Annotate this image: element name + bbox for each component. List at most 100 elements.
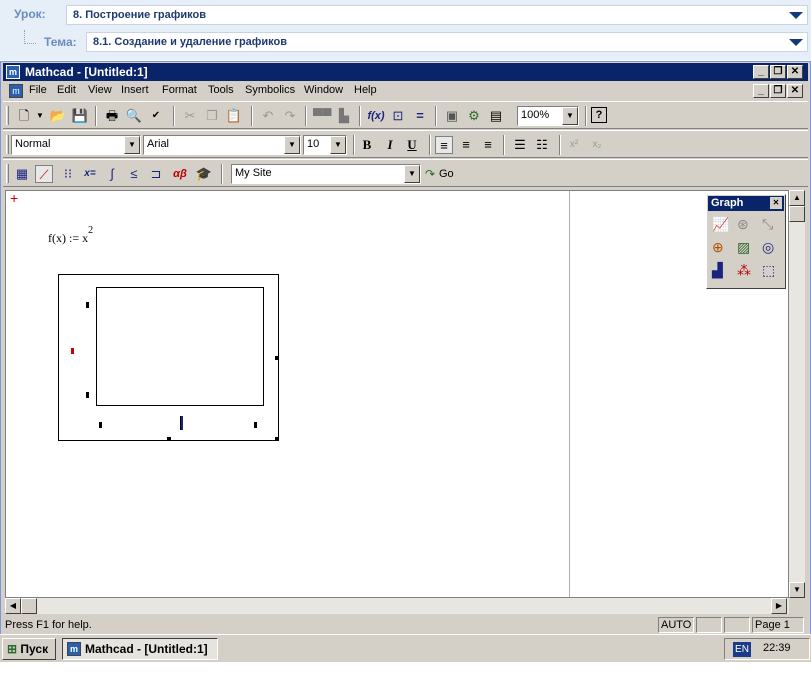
copy-icon[interactable]: ❐ <box>203 107 221 125</box>
scroll-down-button[interactable]: ▼ <box>789 582 805 598</box>
resize-handle-right[interactable] <box>275 356 279 360</box>
help-icon[interactable]: ? <box>591 107 607 123</box>
chevron-down-icon[interactable]: ▼ <box>562 107 578 125</box>
calculator-toolbar-icon[interactable]: ▦ <box>13 165 31 183</box>
plot-area[interactable] <box>96 287 264 406</box>
zoom-select[interactable]: 100% ▼ <box>517 106 579 126</box>
chevron-down-icon[interactable]: ▼ <box>31 107 49 125</box>
subscript-button[interactable]: x₂ <box>588 136 606 154</box>
lesson-select[interactable]: 8. Построение графиков <box>66 5 808 25</box>
go-button[interactable]: Go <box>439 168 454 180</box>
zoom-icon[interactable]: ⤡ <box>762 216 773 233</box>
chevron-down-icon[interactable]: ▼ <box>284 136 300 154</box>
x-min-placeholder[interactable] <box>99 422 102 428</box>
cut-icon[interactable]: ✂ <box>181 107 199 125</box>
resize-handle-bottom[interactable] <box>167 437 171 441</box>
numbered-list-icon[interactable]: ☷ <box>533 136 551 154</box>
contour-plot-icon[interactable]: ▨ <box>737 239 750 256</box>
bold-button[interactable]: B <box>358 136 376 154</box>
menu-edit[interactable]: Edit <box>57 84 76 96</box>
doc-minimize-button[interactable]: _ <box>753 84 769 98</box>
maximize-button[interactable]: ❐ <box>770 65 786 79</box>
function-definition[interactable]: f(x) := x2 <box>48 225 93 246</box>
polar-plot-icon[interactable]: ⊛ <box>737 216 749 233</box>
undo-icon[interactable]: ↶ <box>259 107 277 125</box>
redo-icon[interactable]: ↷ <box>281 107 299 125</box>
menu-help[interactable]: Help <box>354 84 377 96</box>
scroll-thumb-horizontal[interactable] <box>21 598 37 614</box>
worksheet[interactable]: + f(x) := x2 Graph ✕ 📈 ⊛ ⤡ ⊕ ▨ ◎ ▟ ⁂ ⬚ <box>5 190 789 598</box>
menu-window[interactable]: Window <box>304 84 343 96</box>
chevron-down-icon[interactable]: ▼ <box>124 136 140 154</box>
toolbar-grip[interactable] <box>6 164 9 183</box>
scroll-left-button[interactable]: ◀ <box>5 598 21 614</box>
menu-file[interactable]: File <box>29 84 47 96</box>
bullet-list-icon[interactable]: ☰ <box>511 136 529 154</box>
align-down-icon[interactable]: ▙ <box>335 107 353 125</box>
matrix-toolbar-icon[interactable]: ⁝⁝ <box>59 165 77 183</box>
scroll-right-button[interactable]: ▶ <box>771 598 787 614</box>
align-across-icon[interactable]: ▀▀ <box>313 107 331 125</box>
close-button[interactable]: ✕ <box>787 65 803 79</box>
scatter-3d-plot-icon[interactable]: ⁂ <box>737 262 751 279</box>
menu-format[interactable]: Format <box>162 84 197 96</box>
font-select[interactable]: Arial ▼ <box>143 135 301 155</box>
graph-toolbar-icon[interactable]: ⟋ <box>35 165 53 183</box>
chevron-down-icon[interactable]: ▼ <box>330 136 346 154</box>
taskbar-mathcad-button[interactable]: m Mathcad - [Untitled:1] <box>62 638 218 660</box>
save-icon[interactable]: 💾 <box>71 107 89 125</box>
menu-view[interactable]: View <box>88 84 112 96</box>
align-left-icon[interactable]: ≡ <box>435 136 453 154</box>
xy-plot-icon[interactable]: 📈 <box>712 216 729 233</box>
paste-icon[interactable]: 📋 <box>225 107 243 125</box>
print-preview-icon[interactable]: 🔍 <box>125 107 143 125</box>
menu-symbolics[interactable]: Symbolics <box>245 84 295 96</box>
toolbar-grip[interactable] <box>6 106 9 125</box>
toolbar-grip[interactable] <box>6 135 9 154</box>
y-min-placeholder[interactable] <box>86 392 89 398</box>
chevron-down-icon[interactable]: ▼ <box>404 165 420 183</box>
open-icon[interactable]: 📂 <box>49 107 67 125</box>
doc-restore-button[interactable]: ❐ <box>770 84 786 98</box>
symbolic-toolbar-icon[interactable]: 🎓 <box>195 165 213 183</box>
superscript-button[interactable]: x² <box>565 136 583 154</box>
calculus-toolbar-icon[interactable]: ∫ <box>103 165 121 183</box>
minimize-button[interactable]: _ <box>753 65 769 79</box>
greek-toolbar-icon[interactable]: αβ <box>171 165 189 183</box>
y-max-placeholder[interactable] <box>86 302 89 308</box>
insert-unit-icon[interactable]: ⊡ <box>389 107 407 125</box>
horizontal-scrollbar[interactable]: ◀ ▶ <box>5 598 789 614</box>
spell-check-icon[interactable]: ✔ <box>147 107 165 125</box>
scroll-thumb[interactable] <box>789 206 805 222</box>
component-wizard-icon[interactable]: ⚙ <box>465 107 483 125</box>
trace-icon[interactable]: ◎ <box>762 239 774 256</box>
site-select[interactable]: My Site ▼ <box>231 164 421 184</box>
menu-insert[interactable]: Insert <box>121 84 149 96</box>
x-max-placeholder[interactable] <box>254 422 257 428</box>
align-right-icon[interactable]: ≡ <box>479 136 497 154</box>
topic-select[interactable]: 8.1. Создание и удаление графиков <box>86 32 808 52</box>
language-indicator[interactable]: EN <box>733 642 751 657</box>
y-expression-placeholder[interactable] <box>71 348 74 354</box>
vertical-scrollbar[interactable]: ▲ ▼ <box>789 190 805 598</box>
evaluation-toolbar-icon[interactable]: x= <box>81 165 99 183</box>
x-expression-placeholder[interactable] <box>180 416 183 430</box>
graph-palette-titlebar[interactable]: Graph ✕ <box>708 196 784 211</box>
doc-close-button[interactable]: ✕ <box>787 84 803 98</box>
bar-3d-plot-icon[interactable]: ▟ <box>712 262 723 279</box>
underline-button[interactable]: U <box>403 136 421 154</box>
size-select[interactable]: 10 ▼ <box>303 135 347 155</box>
document-icon[interactable]: m <box>9 84 23 98</box>
insert-table-icon[interactable]: ▤ <box>487 107 505 125</box>
scroll-up-button[interactable]: ▲ <box>789 190 805 206</box>
boolean-toolbar-icon[interactable]: ≤ <box>125 165 143 183</box>
insert-picture-icon[interactable]: ▣ <box>443 107 461 125</box>
align-center-icon[interactable]: ≡ <box>457 136 475 154</box>
vector-field-plot-icon[interactable]: ⬚ <box>762 262 775 279</box>
resize-handle-corner[interactable] <box>275 437 279 441</box>
insert-function-icon[interactable]: f(x) <box>367 107 385 125</box>
surface-plot-icon[interactable]: ⊕ <box>712 239 724 256</box>
print-icon[interactable]: 🖶 <box>103 107 121 125</box>
style-select[interactable]: Normal ▼ <box>11 135 141 155</box>
calculate-icon[interactable]: = <box>411 107 429 125</box>
